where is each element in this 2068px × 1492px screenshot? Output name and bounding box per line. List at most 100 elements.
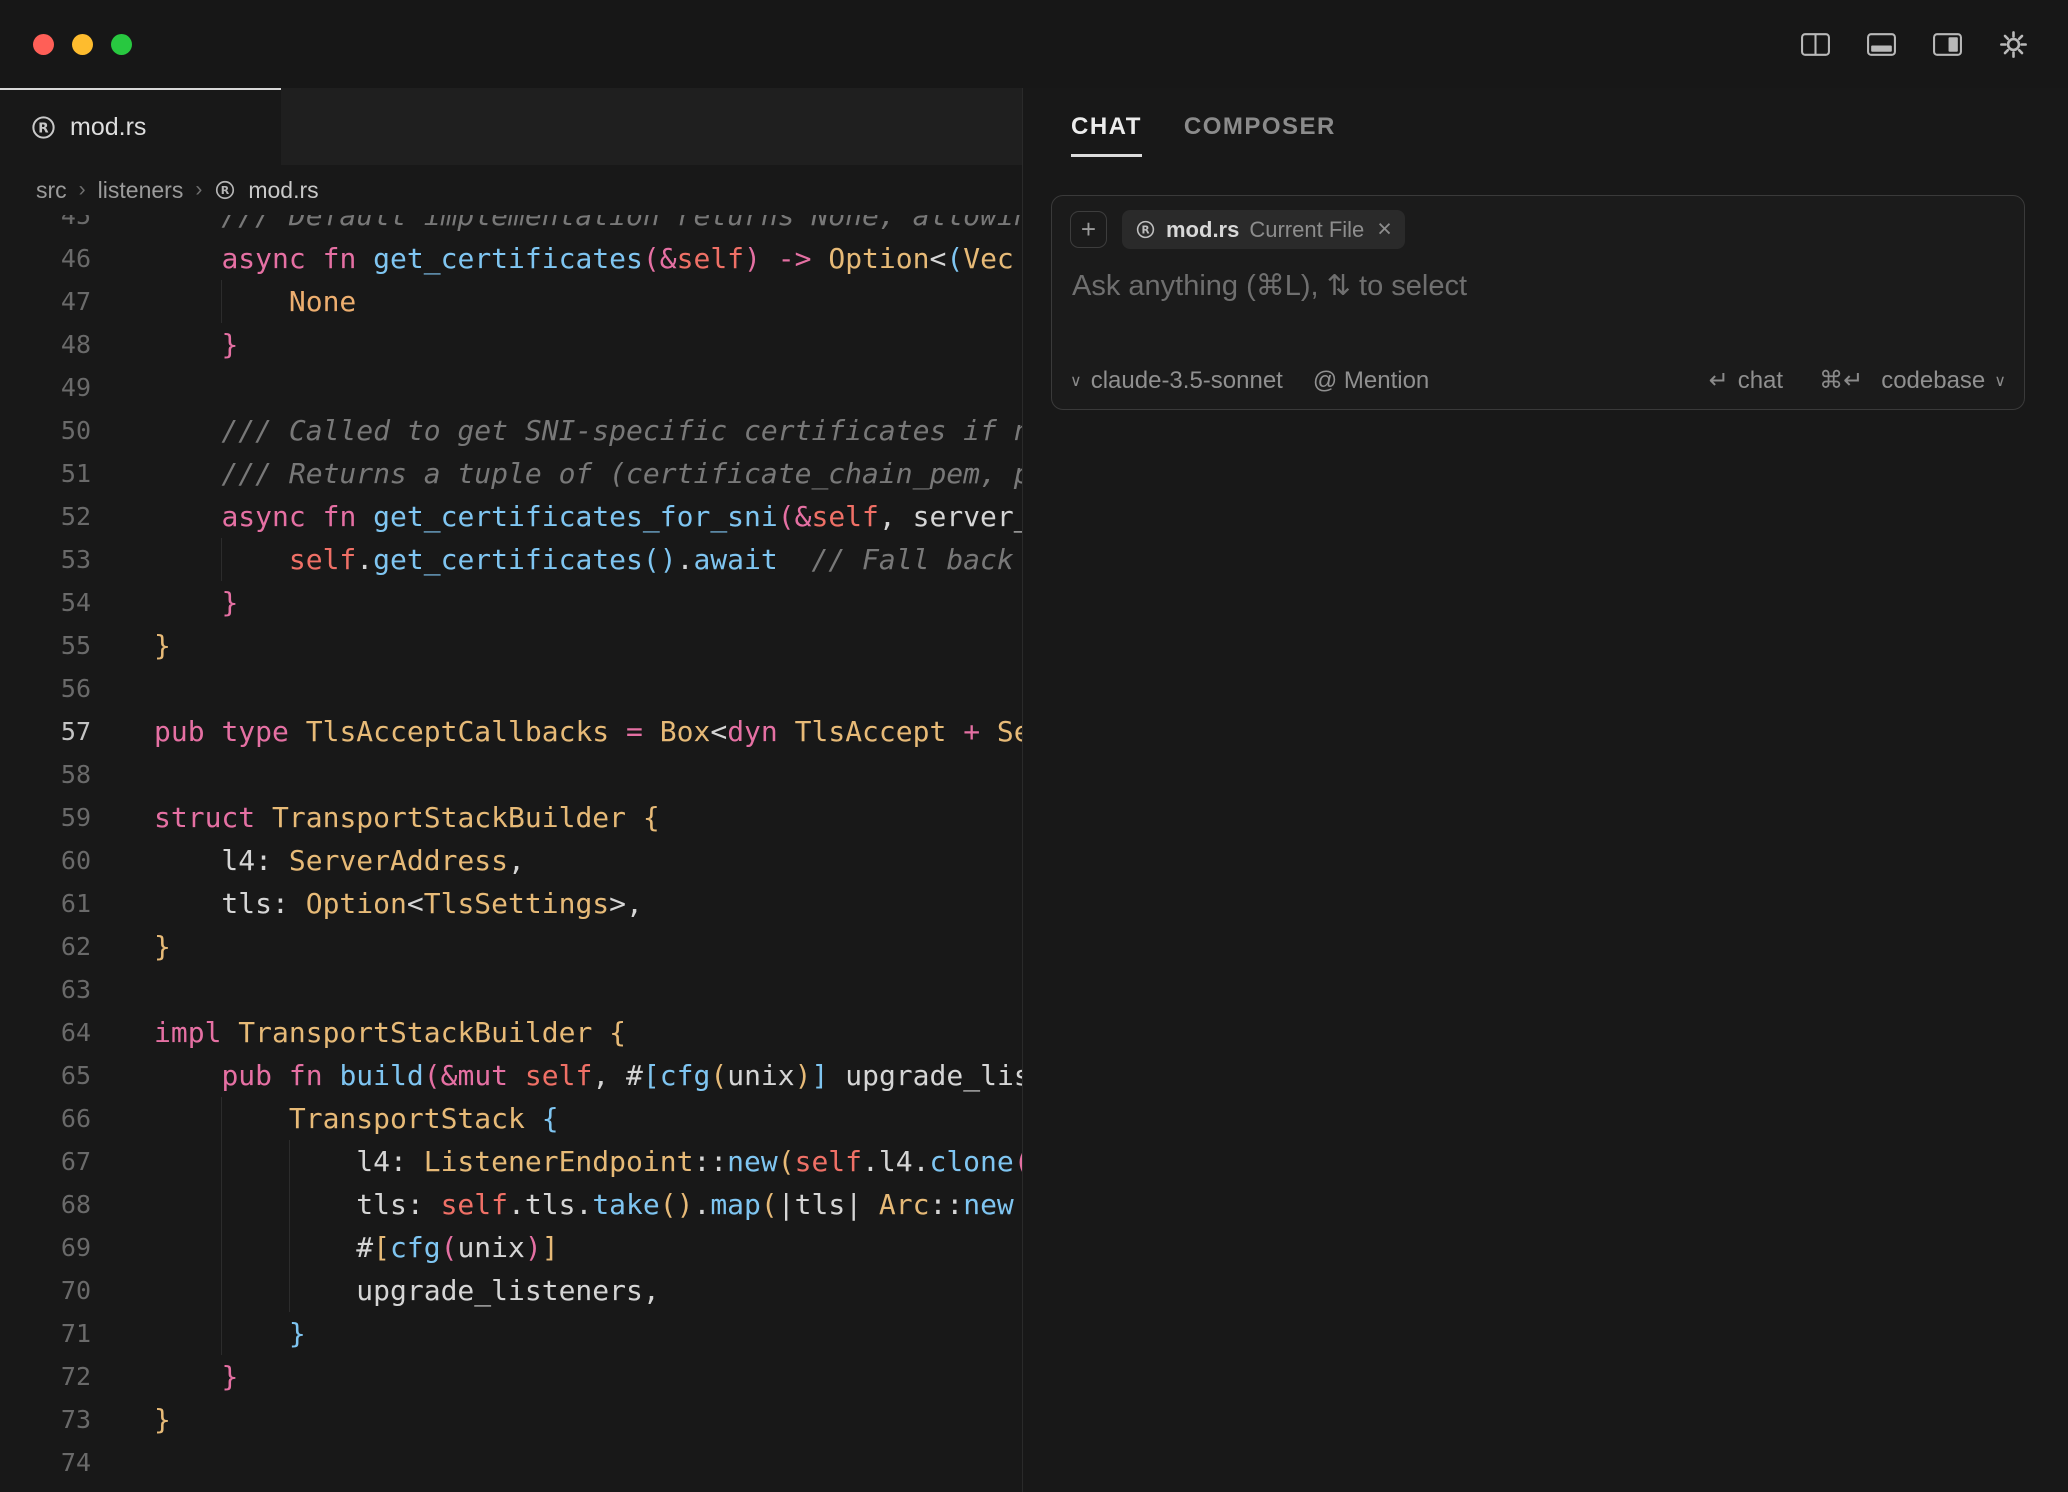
mention-button[interactable]: @ Mention: [1313, 367, 1429, 395]
tab-chat[interactable]: CHAT: [1071, 113, 1142, 141]
code-text: [91, 753, 154, 796]
split-editor-icon[interactable]: [1798, 28, 1832, 60]
add-context-button[interactable]: +: [1070, 211, 1107, 248]
code-text: #[cfg(unix)]: [91, 1226, 559, 1269]
send-chat-button[interactable]: ↵ chat: [1709, 366, 1783, 395]
code-line[interactable]: 70 upgrade_listeners,: [0, 1269, 1022, 1312]
context-chip-status: Current File: [1249, 217, 1364, 243]
line-number: 57: [0, 710, 91, 753]
code-line[interactable]: 60 l4: ServerAddress,: [0, 839, 1022, 882]
maximize-button[interactable]: [111, 34, 132, 55]
code-line[interactable]: 45 /// Default implementation returns No…: [0, 215, 1022, 237]
svg-text:R: R: [38, 121, 49, 137]
close-icon[interactable]: ×: [1377, 215, 1392, 244]
main-area: R mod.rs src › listeners › R mod.rs 45 /…: [0, 88, 2068, 1492]
code-line[interactable]: 56: [0, 667, 1022, 710]
tab-composer[interactable]: COMPOSER: [1184, 113, 1336, 141]
context-chip-current-file[interactable]: R mod.rs Current File ×: [1122, 210, 1405, 249]
window-controls: [33, 34, 132, 55]
code-line[interactable]: 49: [0, 366, 1022, 409]
code-text: /// Default implementation returns None,…: [91, 215, 1022, 237]
code-text: }: [91, 624, 171, 667]
model-name: claude-3.5-sonnet: [1091, 367, 1283, 395]
code-editor[interactable]: 45 /// Default implementation returns No…: [0, 215, 1022, 1492]
code-line[interactable]: 64impl TransportStackBuilder {: [0, 1011, 1022, 1054]
line-number: 49: [0, 366, 91, 409]
line-number: 66: [0, 1097, 91, 1140]
svg-text:R: R: [1141, 224, 1149, 236]
code-line[interactable]: 73}: [0, 1398, 1022, 1441]
code-line[interactable]: 46 async fn get_certificates(&self) -> O…: [0, 237, 1022, 280]
toggle-panel-icon[interactable]: [1864, 28, 1898, 60]
code-line[interactable]: 48 }: [0, 323, 1022, 366]
code-text: }: [91, 1398, 171, 1441]
code-text: async fn get_certificates(&self) -> Opti…: [91, 237, 1014, 280]
breadcrumb-src[interactable]: src: [36, 177, 67, 204]
toggle-secondary-sidebar-icon[interactable]: [1930, 28, 1964, 60]
code-text: [91, 968, 154, 1011]
code-text: None: [91, 280, 356, 323]
code-line[interactable]: 62}: [0, 925, 1022, 968]
code-line[interactable]: 47 None: [0, 280, 1022, 323]
breadcrumb-file[interactable]: mod.rs: [248, 177, 318, 204]
code-text: async fn get_certificates_for_sni(&self,…: [91, 495, 1022, 538]
chevron-right-icon: ›: [195, 178, 202, 202]
code-text: pub fn build(&mut self, #[cfg(unix)] upg…: [91, 1054, 1022, 1097]
code-line[interactable]: 51 /// Returns a tuple of (certificate_c…: [0, 452, 1022, 495]
line-number: 72: [0, 1355, 91, 1398]
line-number: 74: [0, 1441, 91, 1484]
code-text: }: [91, 1312, 306, 1355]
line-number: 61: [0, 882, 91, 925]
codebase-button[interactable]: ⌘↵ codebase ∨: [1819, 366, 2006, 395]
rust-file-icon: R: [214, 179, 236, 201]
code-line[interactable]: 71 }: [0, 1312, 1022, 1355]
line-number: 56: [0, 667, 91, 710]
chat-input-footer: ∨ claude-3.5-sonnet @ Mention ↵ chat ⌘↵ …: [1070, 366, 2006, 395]
close-button[interactable]: [33, 34, 54, 55]
code-text: /// Called to get SNI-specific certifica…: [91, 409, 1022, 452]
model-selector[interactable]: ∨ claude-3.5-sonnet: [1070, 367, 1283, 395]
code-line[interactable]: 54 }: [0, 581, 1022, 624]
code-line[interactable]: 72 }: [0, 1355, 1022, 1398]
code-line[interactable]: 53 self.get_certificates().await // Fall…: [0, 538, 1022, 581]
code-line[interactable]: 59struct TransportStackBuilder {: [0, 796, 1022, 839]
tab-mod-rs[interactable]: R mod.rs: [0, 88, 281, 165]
context-chips-row: + R mod.rs Current File ×: [1070, 210, 2006, 249]
titlebar: [0, 0, 2068, 88]
code-text: struct TransportStackBuilder {: [91, 796, 660, 839]
code-line[interactable]: 65 pub fn build(&mut self, #[cfg(unix)] …: [0, 1054, 1022, 1097]
line-number: 73: [0, 1398, 91, 1441]
line-number: 58: [0, 753, 91, 796]
line-number: 71: [0, 1312, 91, 1355]
settings-gear-icon[interactable]: [1996, 28, 2030, 60]
code-line[interactable]: 57pub type TlsAcceptCallbacks = Box<dyn …: [0, 710, 1022, 753]
code-line[interactable]: 63: [0, 968, 1022, 1011]
code-line[interactable]: 52 async fn get_certificates_for_sni(&se…: [0, 495, 1022, 538]
code-line[interactable]: 58: [0, 753, 1022, 796]
code-line[interactable]: 55}: [0, 624, 1022, 667]
minimize-button[interactable]: [72, 34, 93, 55]
code-line[interactable]: 61 tls: Option<TlsSettings>,: [0, 882, 1022, 925]
code-line[interactable]: 66 TransportStack {: [0, 1097, 1022, 1140]
line-number: 69: [0, 1226, 91, 1269]
line-number: 59: [0, 796, 91, 839]
code-lines: 45 /// Default implementation returns No…: [0, 215, 1022, 1484]
titlebar-actions: [1798, 28, 2030, 60]
code-text: }: [91, 581, 238, 624]
chevron-down-icon: ∨: [1994, 371, 2006, 391]
code-line[interactable]: 50 /// Called to get SNI-specific certif…: [0, 409, 1022, 452]
line-number: 53: [0, 538, 91, 581]
chat-input-box[interactable]: + R mod.rs Current File × Ask anything (…: [1051, 195, 2025, 410]
code-text: [91, 366, 154, 409]
code-line[interactable]: 74: [0, 1441, 1022, 1484]
code-line[interactable]: 67 l4: ListenerEndpoint::new(self.l4.clo…: [0, 1140, 1022, 1183]
code-line[interactable]: 68 tls: self.tls.take().map(|tls| Arc::n…: [0, 1183, 1022, 1226]
code-text: [91, 1441, 154, 1484]
code-line[interactable]: 69 #[cfg(unix)]: [0, 1226, 1022, 1269]
breadcrumb-listeners[interactable]: listeners: [98, 177, 184, 204]
chat-input[interactable]: Ask anything (⌘L), ⇅ to select: [1070, 268, 2006, 303]
code-text: }: [91, 925, 171, 968]
chevron-right-icon: ›: [79, 178, 86, 202]
code-text: }: [91, 323, 238, 366]
codebase-label: codebase: [1881, 367, 1985, 395]
